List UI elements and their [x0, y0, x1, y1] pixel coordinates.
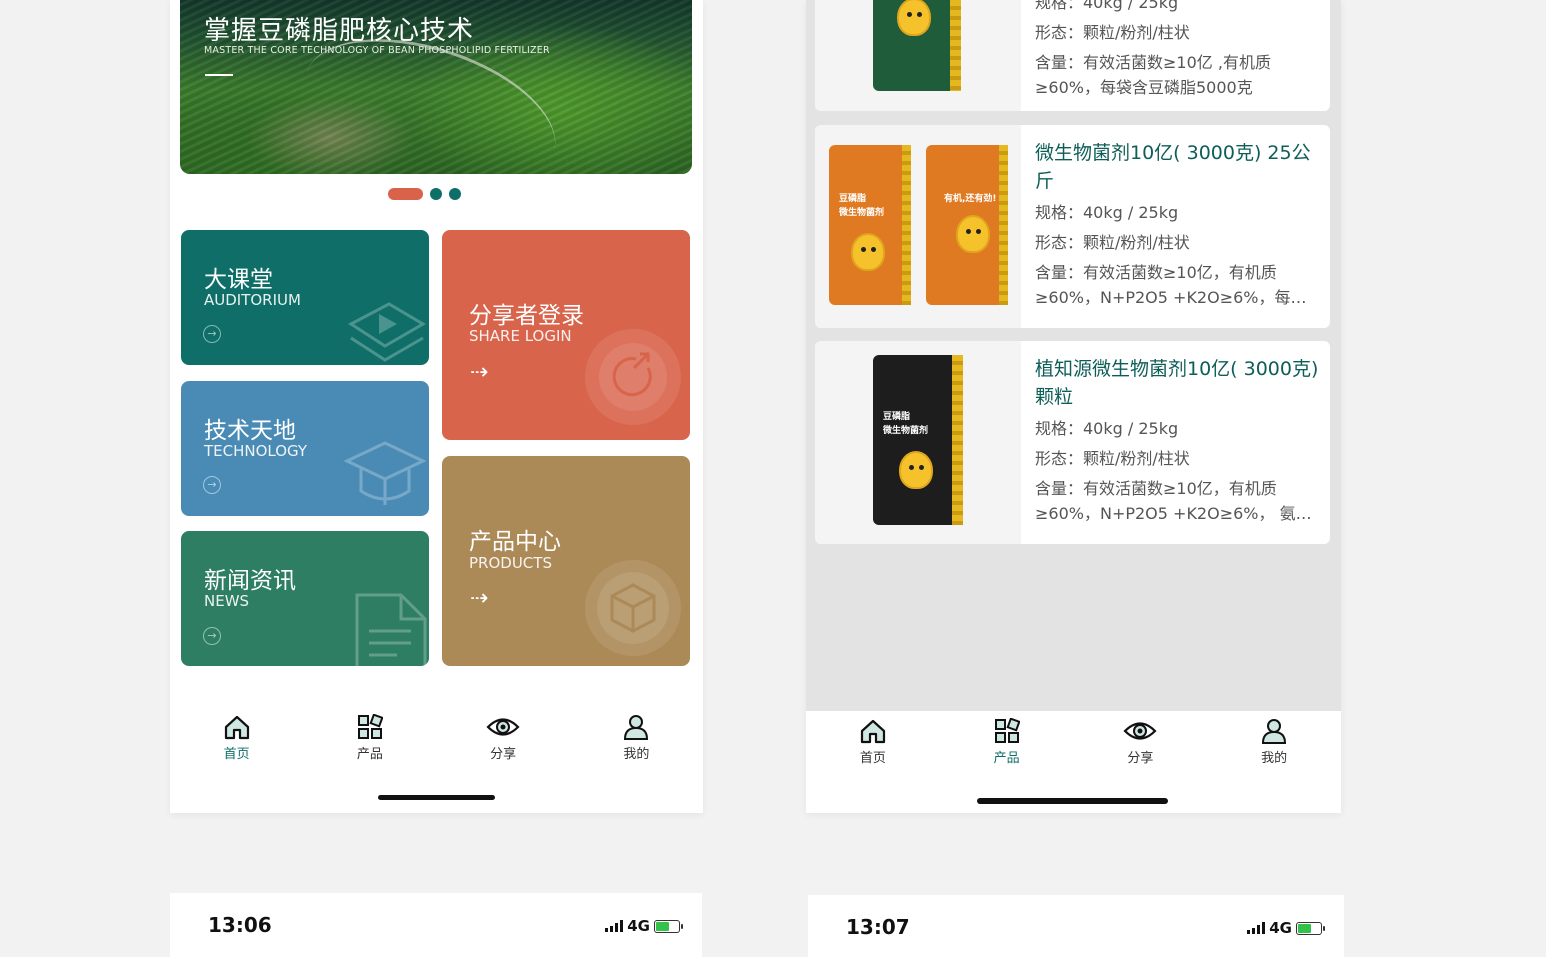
video-book-icon — [348, 302, 426, 362]
home-icon — [224, 715, 249, 740]
tab-home[interactable]: 首页 — [806, 718, 940, 766]
tab-mine[interactable]: 我的 — [1207, 718, 1341, 766]
user-icon — [1262, 719, 1287, 744]
products-screen: 规格：40kg / 25kg 形态：颗粒/粉剂/柱状 含量：有效活菌数≥10亿 … — [806, 0, 1341, 813]
tab-products[interactable]: 产品 — [303, 714, 436, 762]
tab-products-label: 产品 — [356, 747, 383, 762]
product-content: 含量：有效活菌数≥10亿，有机质≥60%，N+P2O5 +K2O≥6%， 氨… — [1035, 479, 1312, 523]
product-form: 形态：颗粒/粉剂/柱状 — [1035, 23, 1190, 42]
tab-share-label: 分享 — [1127, 751, 1154, 766]
product-image: 豆磷脂 微生物菌剂 — [815, 341, 1021, 544]
auditorium-title: 大课堂 — [204, 267, 273, 293]
technology-title: 技术天地 — [204, 418, 296, 444]
product-content: 含量：有效活菌数≥10亿 ,有机质≥60%，每袋含豆磷脂5000克 — [1035, 53, 1271, 97]
grid-icon — [357, 714, 383, 739]
arrow-circle-icon: → — [203, 325, 221, 343]
tab-mine[interactable]: 我的 — [570, 714, 703, 762]
status-bar: 13:06 4G — [170, 893, 702, 957]
product-spec: 规格：40kg / 25kg — [1035, 0, 1179, 12]
dotted-arrow-icon: ⇢ — [470, 360, 489, 385]
product-card[interactable]: 豆磷脂 微生物菌剂 有机,还有劲! 微生物菌剂10亿( 3000克) 25公斤 … — [815, 125, 1330, 328]
box-icon — [585, 560, 681, 656]
banner-divider — [205, 74, 233, 76]
product-spec: 规格：40kg / 25kg — [1035, 419, 1179, 438]
battery-icon — [1296, 921, 1325, 935]
news-title: 新闻资讯 — [204, 568, 296, 594]
product-name: 微生物菌剂10亿( 3000克) 25公斤 — [1035, 142, 1311, 192]
tab-share-label: 分享 — [490, 747, 517, 762]
tab-share[interactable]: 分享 — [1074, 718, 1208, 766]
auditorium-card[interactable]: 大课堂 AUDITORIUM → — [181, 230, 429, 365]
tab-home[interactable]: 首页 — [170, 714, 303, 762]
product-image — [815, 0, 1021, 111]
share-circle-icon — [585, 329, 681, 425]
signal-icon — [1247, 922, 1266, 934]
product-form: 形态：颗粒/粉剂/柱状 — [1035, 449, 1190, 468]
product-card[interactable]: 豆磷脂 微生物菌剂 植知源微生物菌剂10亿( 3000克) 颗粒 规格：40kg… — [815, 341, 1330, 544]
technology-card[interactable]: 技术天地 TECHNOLOGY → — [181, 381, 429, 516]
products-card[interactable]: 产品中心 PRODUCTS ⇢ — [442, 456, 690, 666]
dotted-arrow-icon: ⇢ — [470, 586, 489, 611]
document-icon — [355, 593, 427, 666]
home-indicator — [977, 798, 1168, 804]
carousel-indicator — [388, 188, 461, 200]
tab-mine-label: 我的 — [1261, 751, 1288, 766]
news-card[interactable]: 新闻资讯 NEWS → — [181, 531, 429, 666]
share-login-title: 分享者登录 — [469, 303, 584, 329]
fertilizer-bag-orange-back: 有机,还有劲! — [926, 145, 1008, 305]
auditorium-subtitle: AUDITORIUM — [204, 291, 301, 309]
home-indicator — [378, 795, 495, 800]
product-name: 植知源微生物菌剂10亿( 3000克) 颗粒 — [1035, 358, 1319, 408]
carousel-dot-active[interactable] — [388, 188, 423, 200]
products-title: 产品中心 — [469, 529, 561, 555]
graduation-cap-icon — [343, 441, 427, 505]
share-login-card[interactable]: 分享者登录 SHARE LOGIN ⇢ — [442, 230, 690, 440]
battery-icon — [654, 919, 683, 933]
product-image: 豆磷脂 微生物菌剂 有机,还有劲! — [815, 125, 1021, 328]
fertilizer-bag-orange: 豆磷脂 微生物菌剂 — [829, 145, 911, 305]
tab-mine-label: 我的 — [623, 747, 650, 762]
user-icon — [624, 715, 649, 740]
tab-bar: 首页 产品 分享 我的 — [170, 714, 703, 762]
arrow-circle-icon: → — [203, 627, 221, 645]
tab-home-label: 首页 — [859, 751, 886, 766]
fertilizer-bag-green — [873, 0, 961, 91]
status-bar: 13:07 4G — [808, 895, 1344, 957]
product-spec: 规格：40kg / 25kg — [1035, 203, 1179, 222]
share-login-subtitle: SHARE LOGIN — [469, 327, 572, 345]
network-label: 4G — [627, 917, 650, 935]
banner-subtitle: MASTER THE CORE TECHNOLOGY OF BEAN PHOSP… — [204, 45, 550, 56]
home-screen: 掌握豆磷脂肥核心技术 MASTER THE CORE TECHNOLOGY OF… — [170, 0, 703, 813]
signal-icon — [605, 920, 624, 932]
fertilizer-bag-black: 豆磷脂 微生物菌剂 — [873, 355, 963, 525]
news-subtitle: NEWS — [204, 592, 250, 610]
technology-subtitle: TECHNOLOGY — [204, 442, 308, 460]
home-icon — [860, 719, 885, 744]
product-card[interactable]: 规格：40kg / 25kg 形态：颗粒/粉剂/柱状 含量：有效活菌数≥10亿 … — [815, 0, 1330, 111]
tab-products-label: 产品 — [993, 751, 1020, 766]
banner-title: 掌握豆磷脂肥核心技术 — [204, 16, 475, 46]
tab-home-label: 首页 — [223, 747, 250, 762]
products-subtitle: PRODUCTS — [469, 554, 552, 572]
tab-bar: 首页 产品 分享 我的 — [806, 718, 1341, 766]
tab-products[interactable]: 产品 — [940, 718, 1074, 766]
status-time: 13:07 — [846, 915, 910, 939]
arrow-circle-icon: → — [203, 476, 221, 494]
carousel-dot[interactable] — [430, 188, 442, 200]
hero-banner[interactable]: 掌握豆磷脂肥核心技术 MASTER THE CORE TECHNOLOGY OF… — [180, 0, 692, 174]
network-label: 4G — [1269, 919, 1292, 937]
product-content: 含量：有效活菌数≥10亿，有机质≥60%，N+P2O5 +K2O≥6%，每… — [1035, 263, 1307, 307]
product-form: 形态：颗粒/粉剂/柱状 — [1035, 233, 1190, 252]
tab-share[interactable]: 分享 — [437, 714, 570, 762]
eye-icon — [1123, 722, 1157, 740]
grid-icon — [994, 718, 1020, 743]
eye-icon — [486, 718, 520, 736]
status-time: 13:06 — [208, 913, 272, 937]
carousel-dot[interactable] — [449, 188, 461, 200]
